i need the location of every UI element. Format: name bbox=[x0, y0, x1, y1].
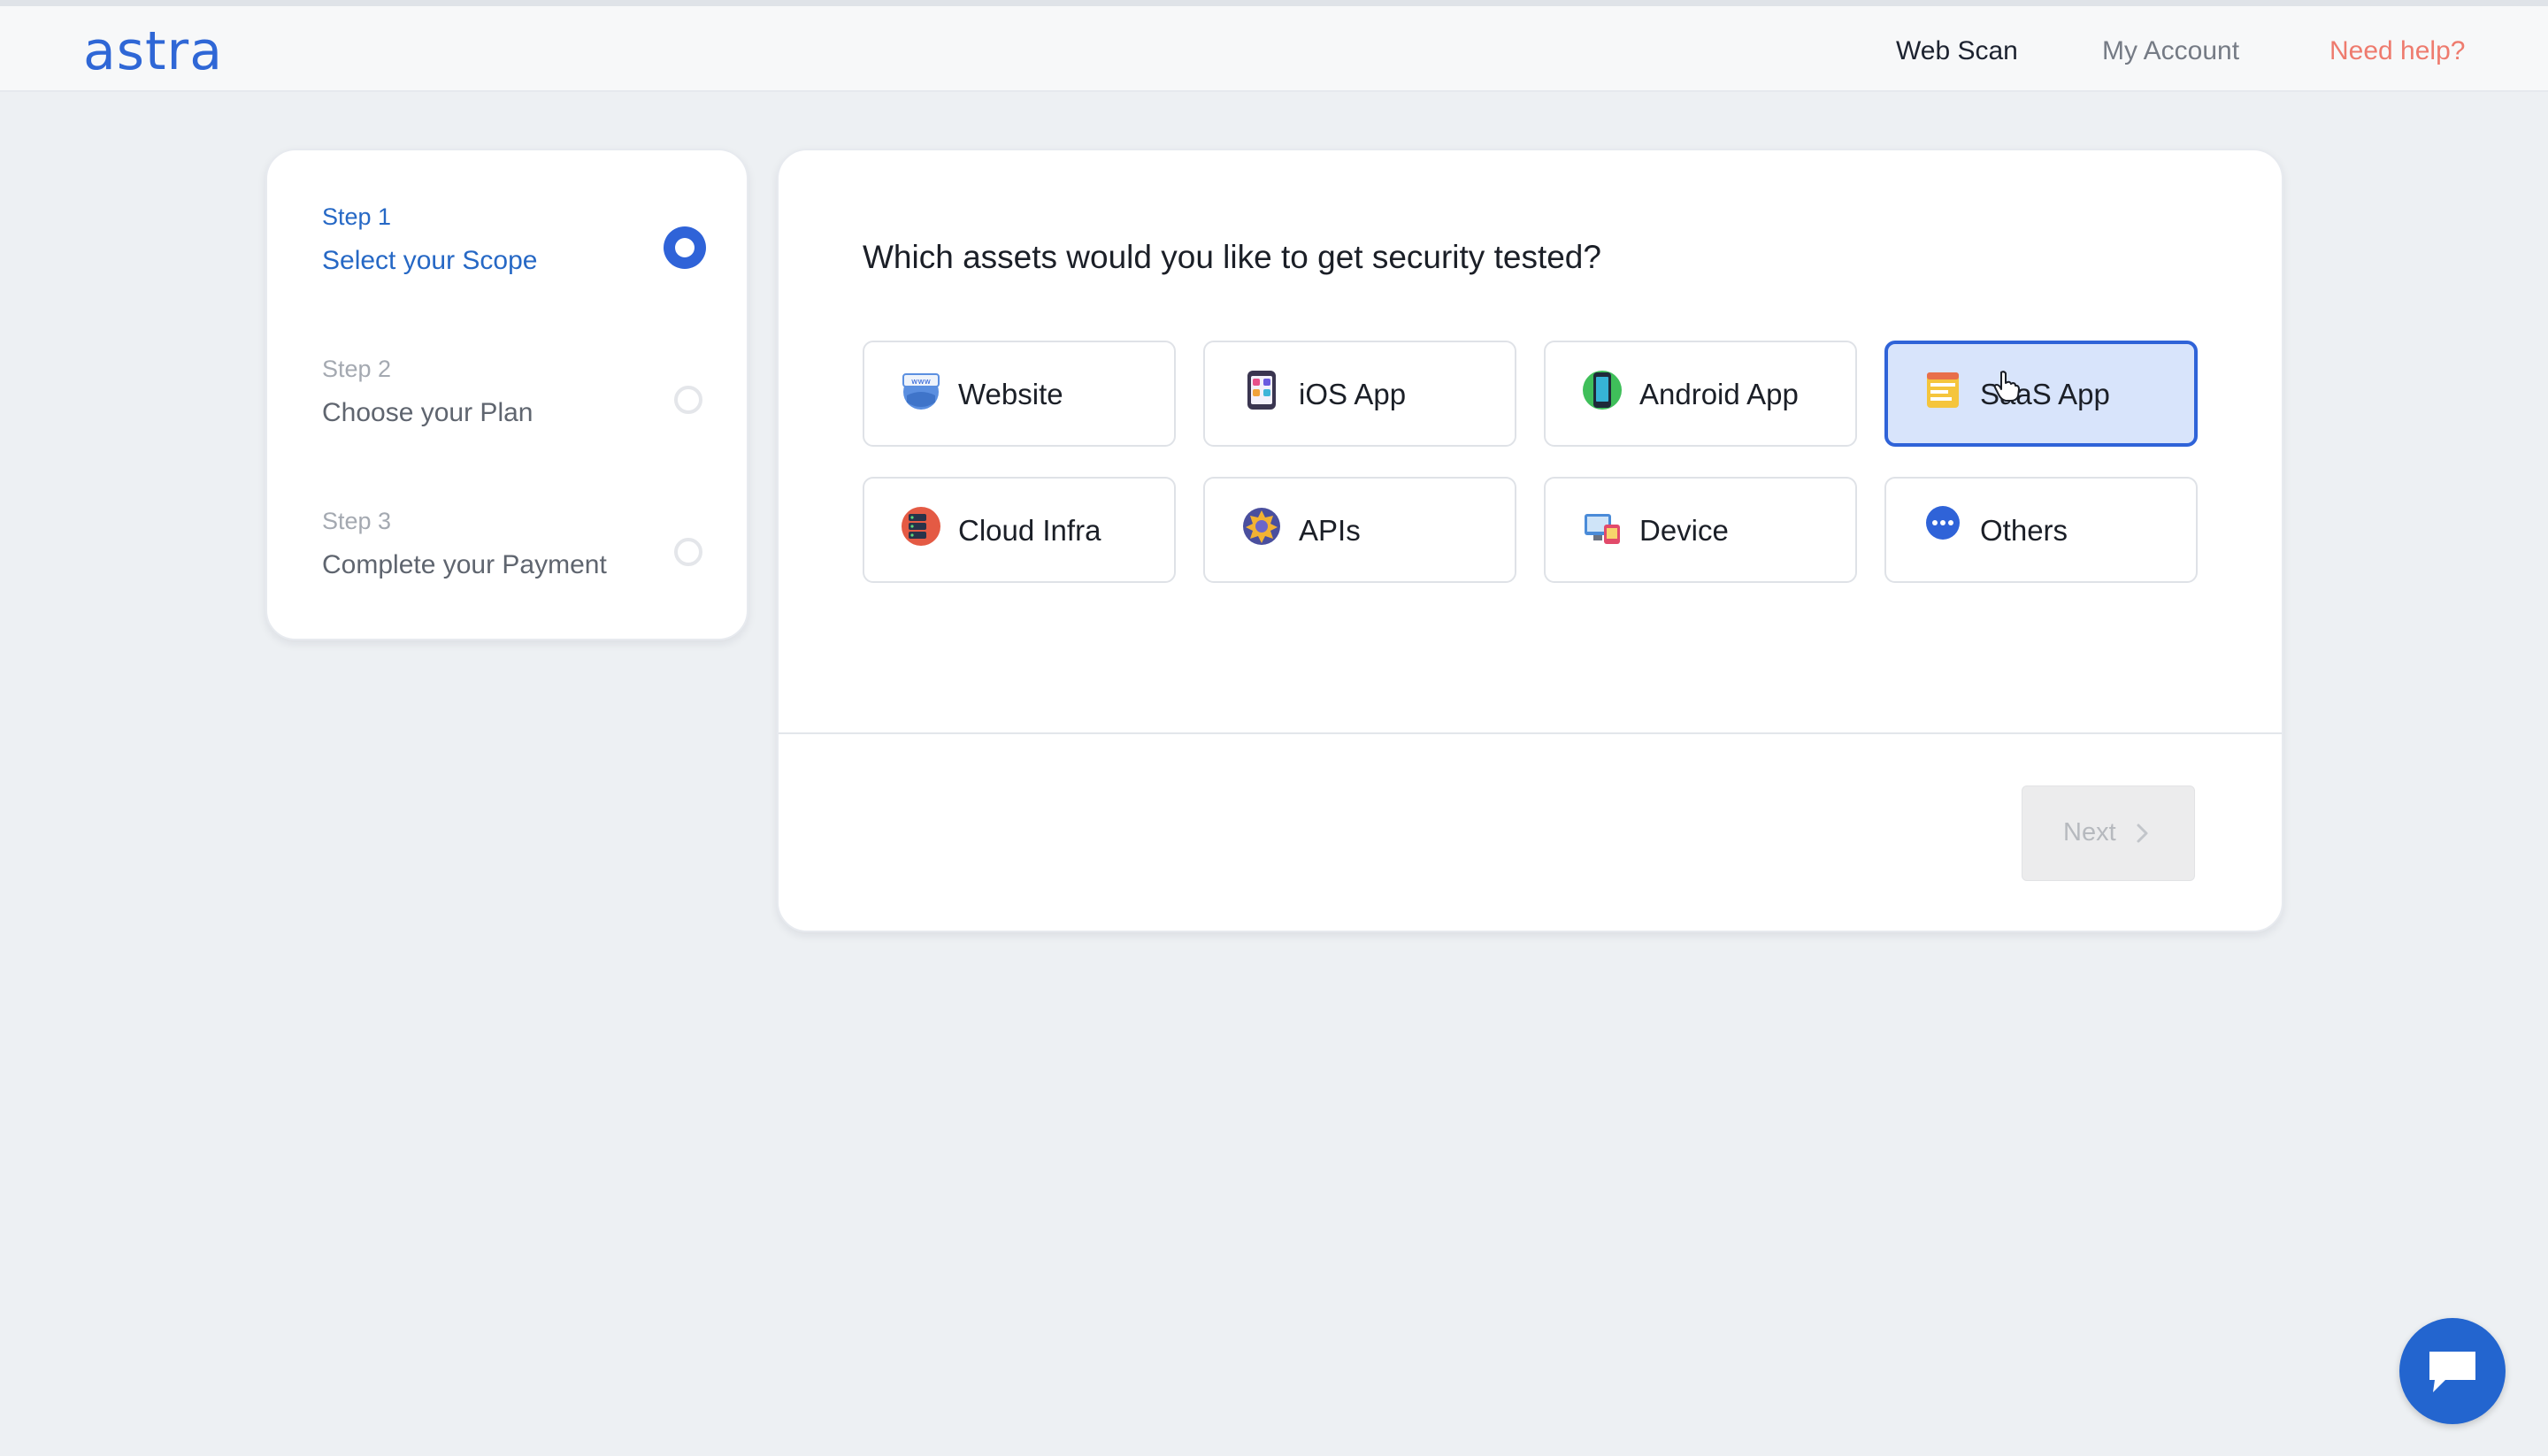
asset-label: Others bbox=[1980, 514, 2068, 547]
android-phone-icon bbox=[1583, 371, 1622, 410]
next-button[interactable]: Next bbox=[2022, 785, 2195, 881]
step-title: Complete your Payment bbox=[322, 550, 607, 579]
step-number: Step 1 bbox=[322, 203, 392, 230]
step-select-scope: Step 1 Select your Scope bbox=[322, 203, 706, 292]
cloud-infra-icon bbox=[902, 507, 940, 546]
asset-label: Android App bbox=[1639, 378, 1799, 410]
asset-option-apis[interactable]: APIs bbox=[1203, 477, 1516, 583]
step-complete-payment: Step 3 Complete your Payment bbox=[322, 508, 702, 596]
asset-selection-card: Which assets would you like to get secur… bbox=[777, 149, 2283, 932]
step-choose-plan: Step 2 Choose your Plan bbox=[322, 356, 702, 444]
chat-bubble-icon bbox=[2429, 1352, 2475, 1392]
asset-label: Cloud Infra bbox=[958, 514, 1101, 547]
asset-option-android-app[interactable]: Android App bbox=[1544, 341, 1857, 447]
step-number: Step 3 bbox=[322, 508, 392, 534]
more-dots-icon bbox=[1926, 506, 1960, 540]
chevron-right-icon bbox=[2137, 824, 2148, 843]
nav-need-help[interactable]: Need help? bbox=[2329, 36, 2465, 66]
step-title: Select your Scope bbox=[322, 246, 538, 275]
chat-support-button[interactable] bbox=[2399, 1318, 2506, 1424]
step-status-indicator bbox=[674, 386, 702, 414]
step-title: Choose your Plan bbox=[322, 398, 533, 427]
card-divider bbox=[779, 732, 2282, 734]
asset-option-device[interactable]: Device bbox=[1544, 477, 1857, 583]
step-number: Step 2 bbox=[322, 356, 392, 382]
asset-label: iOS App bbox=[1299, 378, 1407, 410]
ios-app-icon bbox=[1247, 371, 1276, 410]
asset-option-website[interactable]: www Website bbox=[863, 341, 1176, 447]
asset-option-cloud-infra[interactable]: Cloud Infra bbox=[863, 477, 1176, 583]
asset-option-ios-app[interactable]: iOS App bbox=[1203, 341, 1516, 447]
next-button-label: Next bbox=[2063, 818, 2116, 847]
asset-option-saas-app[interactable]: SaaS App bbox=[1884, 341, 2198, 447]
website-globe-icon: www bbox=[902, 373, 940, 410]
api-gear-icon bbox=[1243, 508, 1280, 545]
nav-web-scan[interactable]: Web Scan bbox=[1896, 36, 2018, 66]
asset-option-others[interactable]: Others bbox=[1884, 477, 2198, 583]
saas-app-icon bbox=[1927, 372, 1959, 408]
step-status-indicator bbox=[664, 226, 706, 269]
svg-text:www: www bbox=[911, 378, 931, 387]
hand-pointer-cursor-icon bbox=[1993, 371, 2020, 402]
page-question: Which assets would you like to get secur… bbox=[863, 239, 1601, 275]
step-status-indicator bbox=[674, 538, 702, 566]
steps-panel: Step 1 Select your Scope Step 2 Choose y… bbox=[265, 149, 748, 640]
top-navbar: astra Web Scan My Account Need help? bbox=[0, 0, 2548, 92]
astra-logo[interactable]: astra bbox=[83, 20, 223, 82]
device-icon bbox=[1585, 514, 1620, 544]
asset-label: Website bbox=[958, 378, 1063, 410]
nav-my-account[interactable]: My Account bbox=[2102, 36, 2239, 66]
asset-label: Device bbox=[1639, 514, 1729, 547]
asset-label: APIs bbox=[1299, 514, 1361, 547]
